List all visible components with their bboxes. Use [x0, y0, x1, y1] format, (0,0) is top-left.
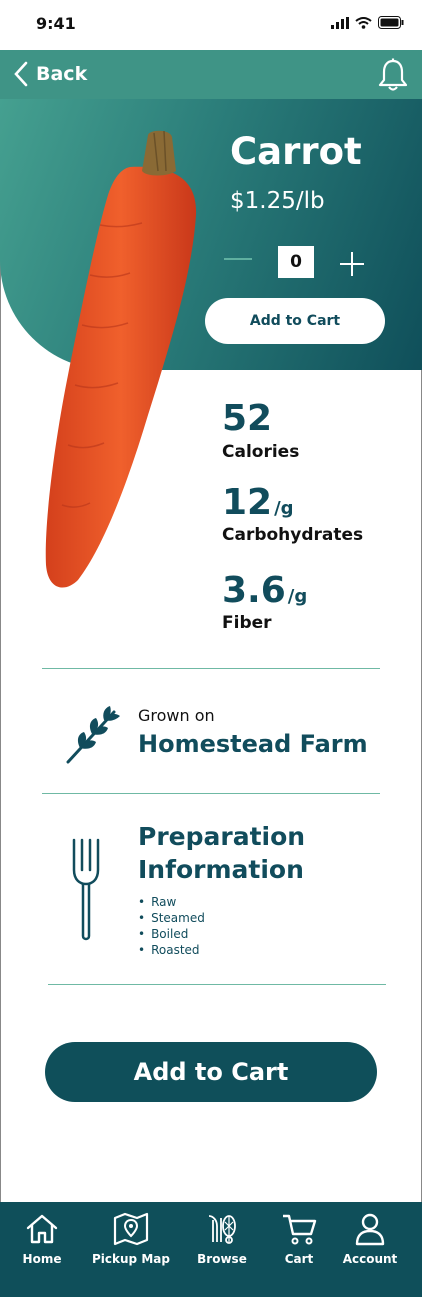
calories-value: 52: [222, 398, 274, 439]
nav-browse-label: Browse: [197, 1252, 247, 1266]
wifi-icon: [355, 16, 372, 29]
quantity-decrement-button[interactable]: [224, 258, 252, 260]
quantity-increment-button[interactable]: [338, 250, 366, 278]
back-button[interactable]: Back: [14, 61, 87, 87]
browse-icon: [208, 1215, 236, 1244]
product-price: $1.25/lb: [230, 188, 325, 214]
preparation-title: Preparation Information: [138, 822, 306, 884]
battery-icon: [378, 16, 404, 29]
nav-account-label: Account: [342, 1252, 398, 1266]
nav-browse[interactable]: Browse: [180, 1212, 264, 1266]
calories-label: Calories: [222, 442, 300, 462]
home-icon: [26, 1214, 58, 1244]
add-to-cart-button-hero[interactable]: Add to Cart: [205, 298, 385, 344]
fiber-label: Fiber: [222, 613, 272, 633]
fiber-unit: /g: [287, 586, 308, 607]
nav-pickup-map[interactable]: Pickup Map: [89, 1212, 173, 1266]
fiber-value: 3.6/g: [222, 570, 307, 611]
nav-cart-label: Cart: [284, 1252, 314, 1266]
signal-icon: [331, 16, 349, 29]
cart-icon: [283, 1214, 317, 1245]
prep-item: Roasted: [138, 942, 205, 958]
divider: [48, 984, 386, 985]
account-icon: [355, 1213, 385, 1246]
wheat-icon: [66, 706, 120, 764]
add-to-cart-button[interactable]: Add to Cart: [45, 1042, 377, 1102]
map-icon: [113, 1212, 149, 1246]
nav-home[interactable]: Home: [0, 1212, 84, 1266]
farm-prefix: Grown on: [138, 706, 215, 725]
fiber-number: 3.6: [222, 570, 286, 611]
status-icons: [331, 16, 404, 29]
carbs-number: 12: [222, 482, 273, 523]
bell-icon: [378, 58, 408, 91]
fork-icon: [72, 838, 100, 941]
prep-item: Boiled: [138, 926, 205, 942]
status-bar: 9:41: [0, 0, 422, 50]
prep-item: Steamed: [138, 910, 205, 926]
carbs-value: 12/g: [222, 482, 294, 523]
back-label: Back: [36, 63, 88, 85]
plus-icon: [340, 252, 364, 276]
product-title: Carrot: [230, 130, 362, 173]
nav-account[interactable]: Account: [328, 1212, 412, 1266]
carbs-unit: /g: [274, 498, 294, 519]
calories-number: 52: [222, 398, 273, 439]
chevron-left-icon: [14, 61, 28, 87]
notification-bell[interactable]: [378, 58, 408, 96]
status-time: 9:41: [36, 14, 76, 33]
nav-home-label: Home: [22, 1252, 62, 1266]
top-bar: Back: [0, 50, 422, 99]
divider: [42, 668, 380, 669]
quantity-input[interactable]: 0: [278, 246, 314, 278]
preparation-list: Raw Steamed Boiled Roasted: [138, 894, 205, 958]
carrot-image: [45, 130, 197, 588]
nav-pickup-map-label: Pickup Map: [92, 1252, 170, 1266]
bottom-nav: Home Pickup Map Browse Cart Account: [0, 1202, 422, 1297]
farm-name[interactable]: Homestead Farm: [138, 730, 368, 758]
prep-item: Raw: [138, 894, 205, 910]
carbs-label: Carbohydrates: [222, 525, 364, 545]
divider: [42, 793, 380, 794]
